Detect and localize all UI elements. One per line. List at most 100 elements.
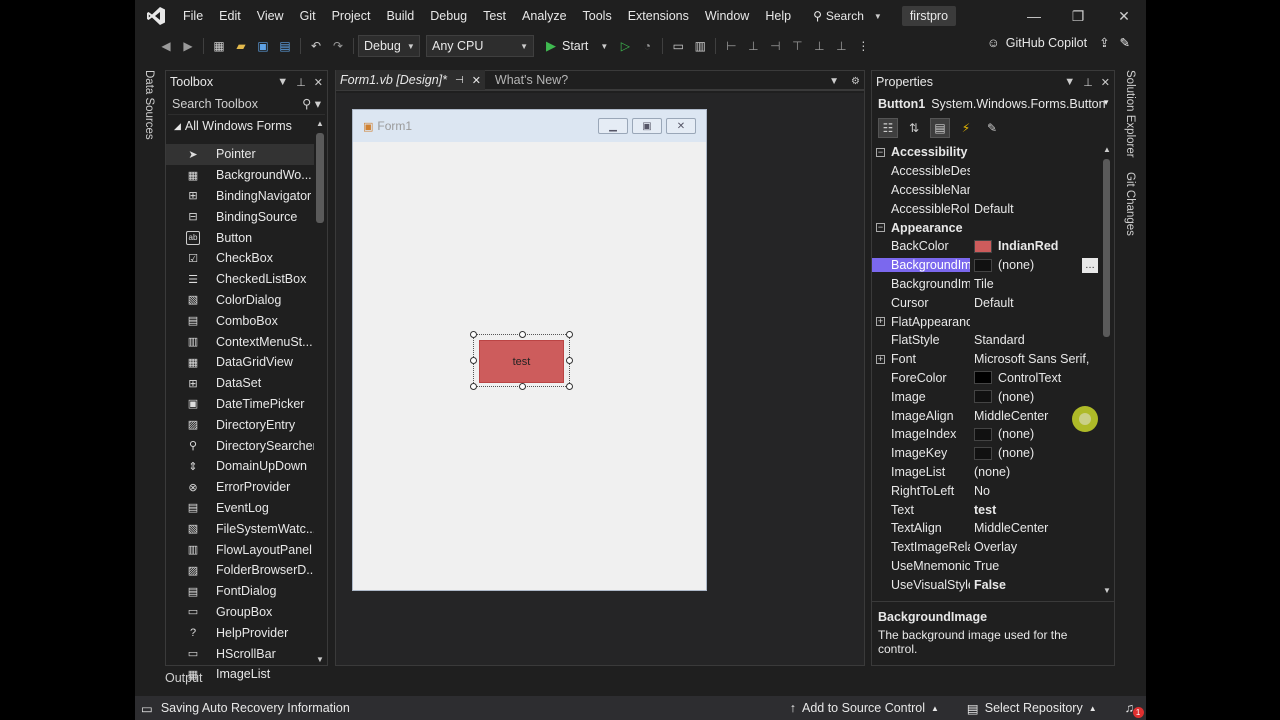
settings-gear-icon[interactable]: ⚙ [851, 76, 860, 87]
property-row[interactable]: Cursor Default [872, 293, 1100, 312]
expand-icon[interactable]: + [876, 354, 885, 364]
solution-explorer-tab[interactable]: Solution Explorer [1124, 70, 1136, 158]
property-row[interactable]: + Font Microsoft Sans Serif, [872, 350, 1100, 369]
property-value-cell[interactable]: False [970, 578, 1100, 592]
form1-window[interactable]: ▣ Form1 ▁ ▣ ✕ test [352, 109, 707, 591]
property-value-cell[interactable]: Standard [970, 333, 1100, 347]
property-value-cell[interactable]: test [970, 503, 1100, 517]
expand-icon[interactable]: + [876, 317, 885, 327]
toolbox-item[interactable]: ⊞ BindingNavigator [166, 186, 314, 207]
toolbox-item[interactable]: ▤ EventLog [166, 498, 314, 519]
feedback-icon[interactable]: ✎ [1120, 35, 1130, 50]
scroll-up-icon[interactable]: ▲ [316, 119, 324, 128]
configuration-dropdown[interactable]: Debug ▼ [358, 35, 420, 57]
property-value-cell[interactable]: (none) [970, 446, 1100, 460]
property-value-cell[interactable]: No [970, 484, 1100, 498]
collapse-icon[interactable]: − [876, 148, 885, 157]
property-value-cell[interactable]: Default [970, 296, 1100, 310]
form1-titlebar[interactable]: ▣ Form1 ▁ ▣ ✕ [353, 110, 706, 142]
property-row[interactable]: ForeColor ControlText [872, 369, 1100, 388]
ellipsis-button[interactable]: … [1082, 257, 1098, 273]
output-tab[interactable]: Output [165, 671, 203, 685]
property-grid-scroll-thumb[interactable] [1103, 159, 1110, 337]
object-selector[interactable]: Button1 System.Windows.Forms.Button ▼ [872, 93, 1114, 115]
toolbox-item[interactable]: ▧ FileSystemWatc... [166, 518, 314, 539]
property-value-cell[interactable]: (none) [970, 258, 1100, 272]
save-all-icon[interactable]: ▤ [274, 35, 296, 57]
visual-studio-logo-icon[interactable] [145, 5, 167, 27]
toolbox-scrollbar[interactable]: ▲ ▼ [315, 119, 325, 664]
toolbox-item[interactable]: ▤ FontDialog [166, 581, 314, 602]
menu-item-analyze[interactable]: Analyze [514, 0, 574, 32]
design-surface[interactable]: ▣ Form1 ▁ ▣ ✕ test [336, 93, 864, 665]
menu-item-view[interactable]: View [249, 0, 292, 32]
toolbox-item[interactable]: ? HelpProvider [166, 622, 314, 643]
property-row[interactable]: TextAlign MiddleCenter [872, 519, 1100, 538]
select-repository-button[interactable]: ▤ Select Repository ▲ [967, 701, 1097, 716]
property-row[interactable]: AccessibleRole Default [872, 199, 1100, 218]
button1-selection-frame[interactable]: test [470, 331, 573, 390]
menu-item-extensions[interactable]: Extensions [620, 0, 697, 32]
property-row[interactable]: AccessibleName [872, 181, 1100, 200]
resize-handle[interactable] [470, 331, 477, 338]
close-icon[interactable]: ✕ [314, 76, 323, 89]
menu-item-debug[interactable]: Debug [422, 0, 475, 32]
property-row[interactable]: TextImageRelation Overlay [872, 538, 1100, 557]
menu-item-project[interactable]: Project [324, 0, 379, 32]
property-value-cell[interactable]: True [970, 559, 1100, 573]
property-row[interactable]: Image (none) [872, 387, 1100, 406]
resize-handle[interactable] [566, 383, 573, 390]
close-icon[interactable]: ✕ [1101, 76, 1110, 89]
toolbox-item[interactable]: ⊞ DataSet [166, 373, 314, 394]
scroll-down-icon[interactable]: ▼ [1103, 586, 1111, 595]
property-value-cell[interactable]: (none) [970, 465, 1100, 479]
hot-reload-icon[interactable]: ◔ [636, 35, 658, 57]
form-maximize-icon[interactable]: ▣ [632, 118, 662, 134]
resize-handle[interactable] [470, 383, 477, 390]
align-centers-icon[interactable]: ⊥ [742, 35, 764, 57]
categorized-icon[interactable]: ☷ [878, 118, 898, 138]
close-window-button[interactable]: ✕ [1101, 0, 1146, 32]
align-middles-icon[interactable]: ⊥ [808, 35, 830, 57]
toolbox-item[interactable]: ▣ DateTimePicker [166, 394, 314, 415]
alphabetical-icon[interactable]: ⇅ [904, 118, 924, 138]
property-row[interactable]: UseWaitCursorFalse [872, 594, 1100, 598]
menu-item-help[interactable]: Help [757, 0, 799, 32]
property-row[interactable]: + FlatAppearance [872, 312, 1100, 331]
forward-icon[interactable]: ▶ [177, 35, 199, 57]
toolbox-item[interactable]: ⊟ BindingSource [166, 206, 314, 227]
align-rights-icon[interactable]: ⊣ [764, 35, 786, 57]
save-icon[interactable]: ▣ [252, 35, 274, 57]
pin-icon[interactable]: ⊥ [296, 76, 306, 89]
scroll-up-icon[interactable]: ▲ [1103, 145, 1111, 154]
property-grid-scrollbar[interactable]: ▲ ▼ [1101, 143, 1113, 597]
minimize-button[interactable]: — [1011, 0, 1057, 32]
property-pages-wrench-icon[interactable]: ✎ [982, 118, 1002, 138]
open-folder-icon[interactable]: ▰ [230, 35, 252, 57]
events-lightning-icon[interactable]: ⚡ [956, 118, 976, 138]
menu-item-edit[interactable]: Edit [211, 0, 249, 32]
back-icon[interactable]: ◀ [155, 35, 177, 57]
form-minimize-icon[interactable]: ▁ [598, 118, 628, 134]
toolbox-item[interactable]: ▧ ColorDialog [166, 290, 314, 311]
start-button[interactable]: ▶ Start ▼ [540, 38, 614, 54]
property-category[interactable]: − Appearance [872, 218, 1100, 237]
menu-item-window[interactable]: Window [697, 0, 757, 32]
search-box[interactable]: ⚲ Search ▼ [807, 9, 888, 23]
resize-handle[interactable] [519, 383, 526, 390]
toolbox-scroll-thumb[interactable] [316, 133, 324, 223]
dropdown-icon[interactable]: ▼ [277, 76, 288, 88]
toolbox-item[interactable]: ▥ FlowLayoutPanel [166, 539, 314, 560]
property-row[interactable]: RightToLeft No [872, 481, 1100, 500]
button1-control[interactable]: test [479, 340, 564, 383]
notifications-button[interactable]: ♫ 1 [1125, 701, 1144, 718]
property-row[interactable]: FlatStyle Standard [872, 331, 1100, 350]
new-project-icon[interactable]: ▦ [208, 35, 230, 57]
layout-icon[interactable]: ▥ [689, 35, 711, 57]
toolbox-item[interactable]: ☑ CheckBox [166, 248, 314, 269]
toolbox-item[interactable]: ☰ CheckedListBox [166, 269, 314, 290]
form1-client-area[interactable]: test [359, 142, 700, 584]
git-changes-tab[interactable]: Git Changes [1124, 172, 1136, 236]
toolbox-item[interactable]: ▤ ComboBox [166, 310, 314, 331]
menu-item-git[interactable]: Git [292, 0, 324, 32]
